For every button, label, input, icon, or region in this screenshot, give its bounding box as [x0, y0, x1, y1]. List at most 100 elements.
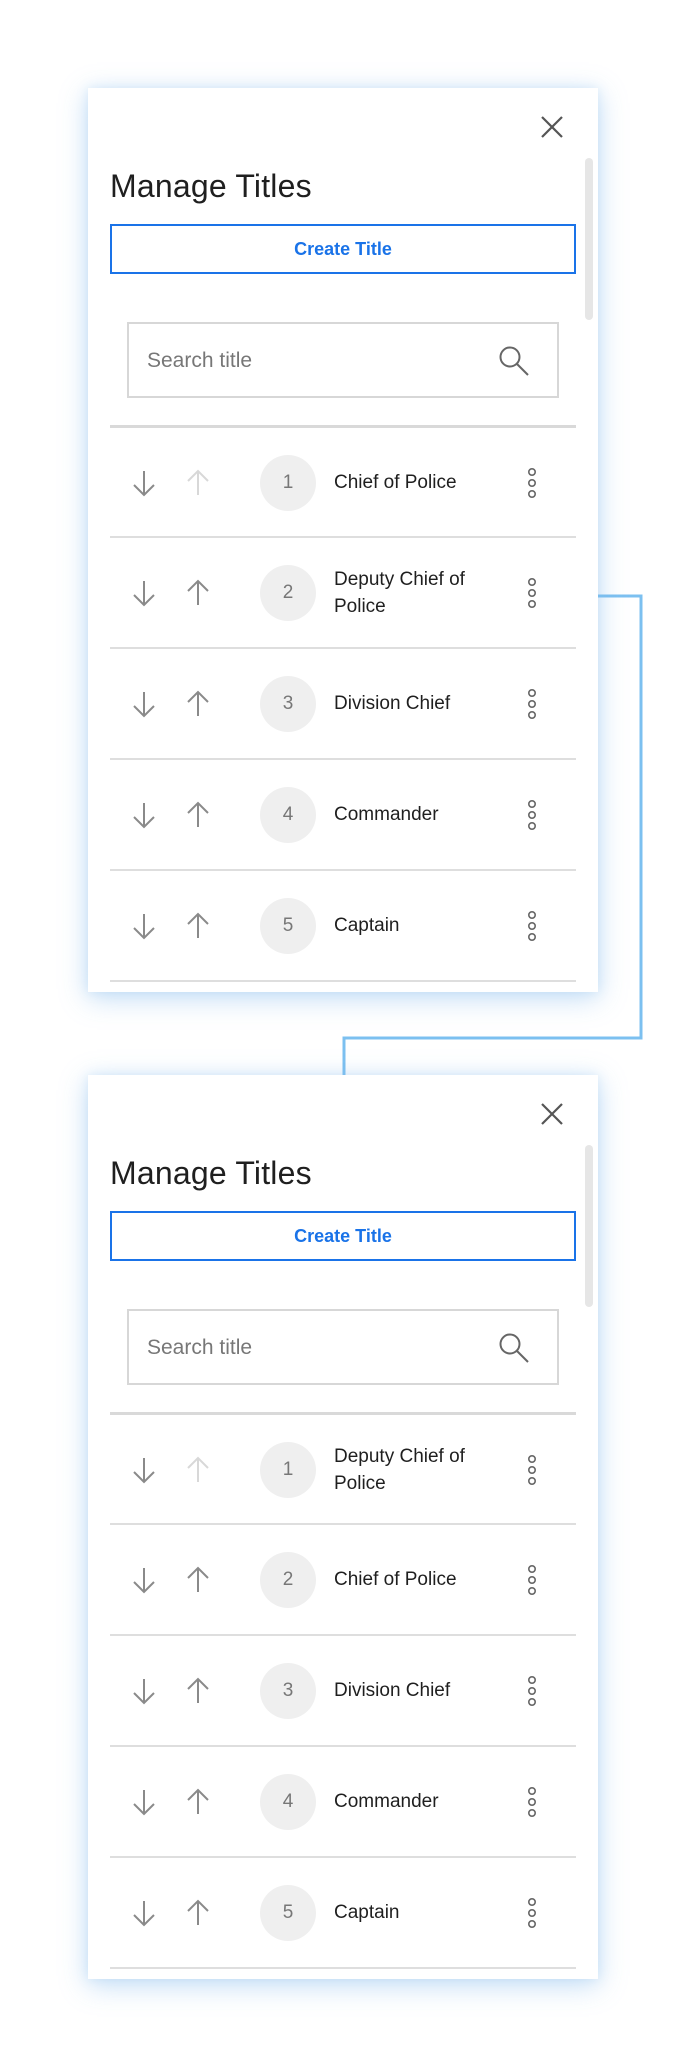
more-vertical-icon: [528, 1454, 537, 1485]
title-row: 4 Commander: [110, 760, 576, 871]
move-down-button[interactable]: [130, 1676, 158, 1706]
arrow-down-icon: [133, 1790, 155, 1816]
move-up-button[interactable]: [184, 1565, 212, 1595]
move-down-button[interactable]: [130, 1565, 158, 1595]
more-vertical-icon: [528, 577, 537, 608]
arrow-up-icon: [187, 690, 209, 716]
move-up-button[interactable]: [184, 800, 212, 830]
rank-badge: 3: [260, 676, 316, 732]
more-vertical-icon: [528, 799, 537, 830]
arrow-down-icon: [133, 1458, 155, 1484]
move-up-button[interactable]: [184, 689, 212, 719]
rank-badge: 5: [260, 1885, 316, 1941]
title-row: 2 Chief of Police: [110, 1525, 576, 1636]
move-down-button[interactable]: [130, 1898, 158, 1928]
title-list: 1 Deputy Chief of Police 2 Chief of Poli…: [110, 1415, 576, 1969]
close-button[interactable]: [535, 1097, 569, 1131]
title-label: Division Chief: [334, 1680, 451, 1701]
arrow-down-icon: [133, 803, 155, 829]
manage-titles-panel-after: Manage Titles Create Title 1 Deputy Chie…: [88, 1075, 598, 1979]
create-title-button[interactable]: Create Title: [110, 1211, 576, 1261]
title-row: 3 Division Chief: [110, 1636, 576, 1747]
arrow-down-icon: [133, 471, 155, 497]
more-options-button[interactable]: [524, 1562, 540, 1598]
search-icon[interactable]: [497, 1331, 531, 1365]
more-options-button[interactable]: [524, 1452, 540, 1488]
more-vertical-icon: [528, 467, 537, 498]
arrow-up-icon: [187, 1788, 209, 1814]
title-label: Chief of Police: [334, 1569, 457, 1590]
title-label: Deputy Chief of Police: [334, 1445, 465, 1494]
rank-badge: 3: [260, 1663, 316, 1719]
more-options-button[interactable]: [524, 908, 540, 944]
scrollbar[interactable]: [585, 1145, 593, 1307]
more-options-button[interactable]: [524, 1673, 540, 1709]
move-up-button[interactable]: [184, 578, 212, 608]
more-vertical-icon: [528, 1786, 537, 1817]
rank-badge: 4: [260, 787, 316, 843]
arrow-down-icon: [133, 1568, 155, 1594]
title-label: Captain: [334, 1902, 400, 1923]
arrow-up-icon: [187, 579, 209, 605]
title-list: 1 Chief of Police 2 Deputy Chief of Poli…: [110, 428, 576, 982]
arrow-up-icon: [187, 469, 209, 495]
search-box: [127, 322, 559, 398]
page-title: Manage Titles: [110, 1155, 312, 1191]
search-icon[interactable]: [497, 344, 531, 378]
arrow-down-icon: [133, 1679, 155, 1705]
move-up-button[interactable]: [184, 468, 212, 498]
search-box: [127, 1309, 559, 1385]
close-icon: [541, 116, 563, 138]
rank-badge: 2: [260, 565, 316, 621]
title-row: 1 Deputy Chief of Police: [110, 1415, 576, 1525]
more-vertical-icon: [528, 1897, 537, 1928]
arrow-up-icon: [187, 801, 209, 827]
more-vertical-icon: [528, 910, 537, 941]
search-input[interactable]: [145, 324, 489, 398]
search-input[interactable]: [145, 1311, 489, 1385]
move-down-button[interactable]: [130, 689, 158, 719]
move-down-button[interactable]: [130, 911, 158, 941]
title-label: Commander: [334, 804, 439, 825]
more-options-button[interactable]: [524, 686, 540, 722]
rank-badge: 5: [260, 898, 316, 954]
move-up-button[interactable]: [184, 1676, 212, 1706]
title-row: 5 Captain: [110, 1858, 576, 1969]
move-down-button[interactable]: [130, 1455, 158, 1485]
move-up-button[interactable]: [184, 1898, 212, 1928]
rank-badge: 4: [260, 1774, 316, 1830]
more-options-button[interactable]: [524, 797, 540, 833]
move-down-button[interactable]: [130, 1787, 158, 1817]
title-label: Division Chief: [334, 693, 451, 714]
move-up-button[interactable]: [184, 1455, 212, 1485]
more-options-button[interactable]: [524, 1784, 540, 1820]
arrow-down-icon: [133, 581, 155, 607]
manage-titles-panel-before: Manage Titles Create Title 1 Chief of Po…: [88, 88, 598, 992]
close-button[interactable]: [535, 110, 569, 144]
move-down-button[interactable]: [130, 468, 158, 498]
title-row: 5 Captain: [110, 871, 576, 982]
arrow-up-icon: [187, 1677, 209, 1703]
more-vertical-icon: [528, 1675, 537, 1706]
more-options-button[interactable]: [524, 575, 540, 611]
arrow-up-icon: [187, 1899, 209, 1925]
title-row: 4 Commander: [110, 1747, 576, 1858]
title-row: 1 Chief of Police: [110, 428, 576, 538]
more-options-button[interactable]: [524, 465, 540, 501]
close-icon: [541, 1103, 563, 1125]
arrow-down-icon: [133, 1901, 155, 1927]
create-title-button[interactable]: Create Title: [110, 224, 576, 274]
more-vertical-icon: [528, 1564, 537, 1595]
move-down-button[interactable]: [130, 800, 158, 830]
more-vertical-icon: [528, 688, 537, 719]
title-row: 3 Division Chief: [110, 649, 576, 760]
arrow-down-icon: [133, 692, 155, 718]
move-up-button[interactable]: [184, 911, 212, 941]
scrollbar[interactable]: [585, 158, 593, 320]
page-title: Manage Titles: [110, 168, 312, 204]
move-down-button[interactable]: [130, 578, 158, 608]
move-up-button[interactable]: [184, 1787, 212, 1817]
arrow-up-icon: [187, 912, 209, 938]
rank-badge: 1: [260, 455, 316, 511]
more-options-button[interactable]: [524, 1895, 540, 1931]
